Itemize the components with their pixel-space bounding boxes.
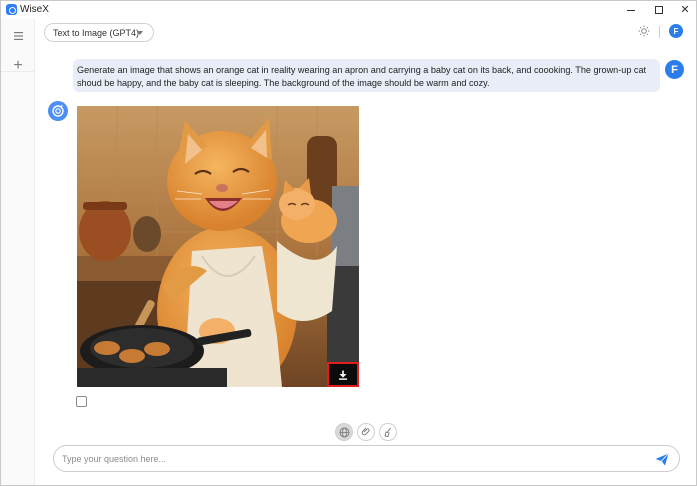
send-icon	[655, 452, 669, 465]
header-divider	[659, 26, 660, 38]
bot-avatar-icon	[48, 101, 68, 121]
minimize-button[interactable]	[618, 1, 644, 19]
hamburger-menu-icon[interactable]	[10, 28, 26, 44]
maximize-button[interactable]	[646, 1, 672, 19]
model-selector-value: Text to Image (GPT4)	[53, 27, 140, 38]
attach-file-button[interactable]	[357, 423, 375, 441]
chat-input-container	[53, 445, 680, 472]
sun-icon[interactable]	[637, 25, 651, 39]
app-title: WiseX	[20, 4, 49, 15]
clear-button[interactable]	[379, 423, 397, 441]
plus-icon: +	[13, 57, 23, 74]
broom-icon	[384, 427, 391, 437]
globe-icon	[339, 427, 349, 437]
minimize-icon	[627, 9, 635, 11]
generated-image	[77, 106, 359, 387]
close-icon: ✕	[680, 3, 690, 16]
user-message-avatar: F	[665, 60, 684, 79]
copy-icon[interactable]	[76, 396, 87, 407]
model-selector[interactable]: Text to Image (GPT4)	[44, 23, 154, 42]
generated-image-art	[77, 106, 359, 387]
app-window: WiseX ✕ + Text to Image (GPT4) F Generat…	[0, 0, 697, 486]
send-button[interactable]	[654, 451, 670, 467]
app-logo-icon	[6, 4, 17, 15]
new-chat-button[interactable]: +	[10, 58, 26, 74]
paperclip-icon	[361, 427, 370, 436]
user-message: Generate an image that shows an orange c…	[73, 59, 660, 92]
sidebar: +	[1, 19, 35, 485]
chevron-down-icon	[137, 31, 143, 35]
chat-input[interactable]	[62, 452, 642, 466]
web-search-button[interactable]	[335, 423, 353, 441]
close-button[interactable]: ✕	[672, 1, 697, 19]
title-bar: WiseX ✕	[1, 1, 696, 19]
user-avatar[interactable]: F	[669, 24, 683, 38]
download-icon	[339, 370, 347, 380]
maximize-icon	[655, 6, 663, 14]
download-button[interactable]	[327, 362, 359, 387]
